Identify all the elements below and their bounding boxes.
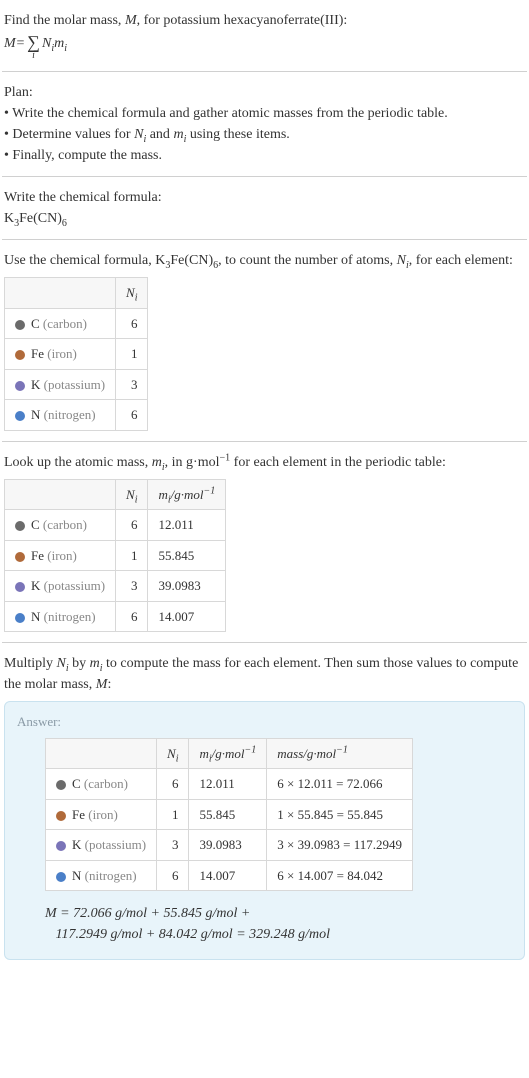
table-header-m: mi/g·mol−1 [189, 738, 267, 769]
table-header-n: Ni [116, 278, 148, 309]
element-swatch [56, 872, 66, 882]
table-header-n: Ni [157, 738, 189, 769]
plan-item: • Determine values for Ni and mi using t… [4, 124, 525, 145]
plan-item: • Write the chemical formula and gather … [4, 103, 525, 124]
problem-statement: Find the molar mass, M, for potassium he… [2, 4, 527, 67]
element-swatch [15, 320, 25, 330]
chemical-formula: K3Fe(CN)6 [4, 208, 525, 229]
element-swatch [15, 552, 25, 562]
multiply-section: Multiply Ni by mi to compute the mass fo… [2, 647, 527, 966]
table-header-row: Ni mi/g·mol−1 mass/g·mol−1 [46, 738, 413, 769]
table-row: C (carbon) 6 [5, 308, 148, 339]
table-row: Fe (iron) 1 [5, 339, 148, 370]
table-header-empty [5, 479, 116, 510]
table-row: N (nitrogen) 6 14.007 6 × 14.007 = 84.04… [46, 860, 413, 891]
problem-text: Find the molar mass, M, for potassium he… [4, 10, 525, 31]
table-header-row: Ni mi/g·mol−1 [5, 479, 226, 510]
table-row: K (potassium) 3 39.0983 3 × 39.0983 = 11… [46, 830, 413, 861]
table-header-empty [5, 278, 116, 309]
table-row: C (carbon) 6 12.011 6 × 12.011 = 72.066 [46, 769, 413, 800]
count-atoms-text: Use the chemical formula, K3Fe(CN)6, to … [4, 250, 525, 271]
write-formula-heading: Write the chemical formula: [4, 187, 525, 208]
lookup-mass-text: Look up the atomic mass, mi, in g·mol−1 … [4, 452, 525, 473]
divider [2, 441, 527, 442]
sigma-symbol: ∑ i [27, 33, 40, 61]
divider [2, 239, 527, 240]
element-swatch [15, 411, 25, 421]
plan-section: Plan: • Write the chemical formula and g… [2, 76, 527, 172]
element-swatch [15, 350, 25, 360]
table-row: Fe (iron) 1 55.845 [5, 540, 226, 571]
element-swatch [56, 841, 66, 851]
lookup-mass-section: Look up the atomic mass, mi, in g·mol−1 … [2, 446, 527, 639]
atom-count-table: Ni C (carbon) 6 Fe (iron) 1 K (potassium… [4, 277, 148, 431]
element-swatch [15, 521, 25, 531]
final-calculation: M = 72.066 g/mol + 55.845 g/mol + 117.29… [45, 903, 512, 945]
element-swatch [56, 780, 66, 790]
write-formula-section: Write the chemical formula: K3Fe(CN)6 [2, 181, 527, 235]
element-swatch [15, 582, 25, 592]
table-header-row: Ni [5, 278, 148, 309]
table-row: N (nitrogen) 6 [5, 400, 148, 431]
divider [2, 176, 527, 177]
table-header-m: mi/g·mol−1 [148, 479, 226, 510]
element-swatch [15, 381, 25, 391]
table-row: Fe (iron) 1 55.845 1 × 55.845 = 55.845 [46, 799, 413, 830]
table-row: K (potassium) 3 39.0983 [5, 571, 226, 602]
table-header-mass: mass/g·mol−1 [267, 738, 413, 769]
answer-box: Answer: Ni mi/g·mol−1 mass/g·mol−1 C (ca… [4, 701, 525, 960]
count-atoms-section: Use the chemical formula, K3Fe(CN)6, to … [2, 244, 527, 437]
table-row: C (carbon) 6 12.011 [5, 510, 226, 541]
element-swatch [56, 811, 66, 821]
atomic-mass-table: Ni mi/g·mol−1 C (carbon) 6 12.011 Fe (ir… [4, 479, 226, 633]
plan-heading: Plan: [4, 82, 525, 103]
plan-item: • Finally, compute the mass. [4, 145, 525, 166]
element-swatch [15, 613, 25, 623]
molar-mass-formula: M = ∑ i Nimi [4, 33, 525, 61]
table-header-empty [46, 738, 157, 769]
multiply-text: Multiply Ni by mi to compute the mass fo… [4, 653, 525, 695]
answer-table: Ni mi/g·mol−1 mass/g·mol−1 C (carbon) 6 … [45, 738, 413, 892]
divider [2, 642, 527, 643]
table-header-n: Ni [116, 479, 148, 510]
table-row: K (potassium) 3 [5, 369, 148, 400]
divider [2, 71, 527, 72]
table-row: N (nitrogen) 6 14.007 [5, 601, 226, 632]
answer-label: Answer: [17, 712, 512, 732]
